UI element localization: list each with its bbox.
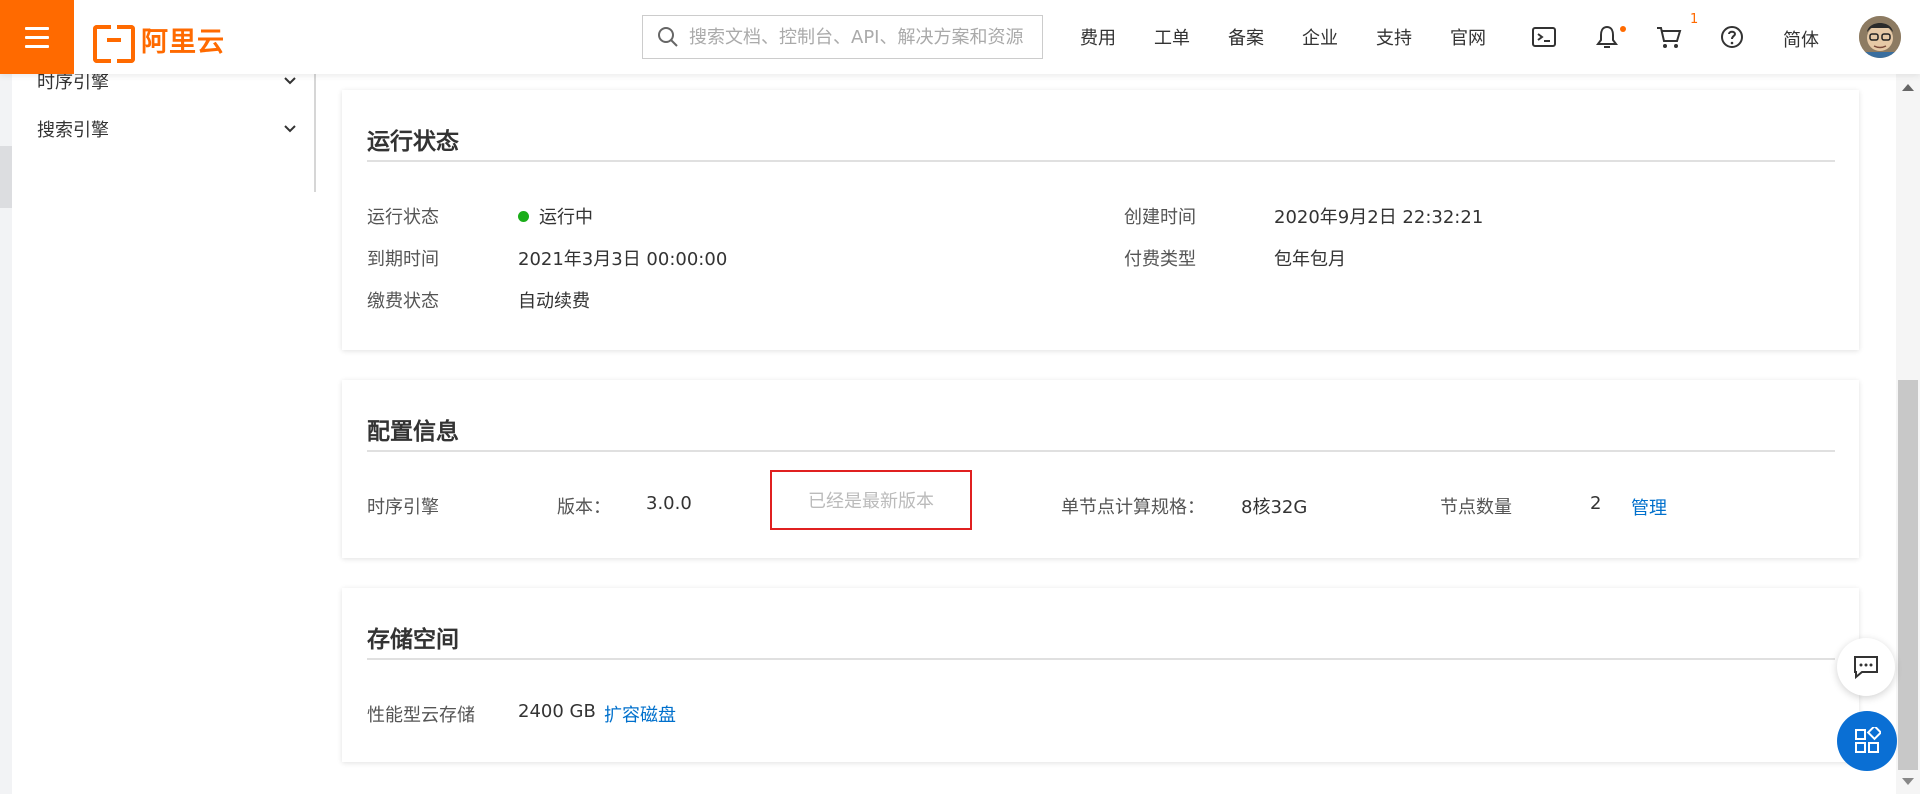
nav-item-icp[interactable]: 备案	[1228, 24, 1264, 50]
aliyun-logo[interactable]: 阿里云	[93, 20, 225, 63]
status-value: 运行中	[518, 203, 593, 229]
cart-count-badge: 1	[1690, 12, 1699, 27]
menu-line	[25, 44, 49, 48]
user-avatar[interactable]	[1859, 16, 1901, 58]
node-spec-label: 单节点计算规格：	[1061, 497, 1205, 518]
top-nav: 费用 工单 备案 企业 支持 官网	[1080, 0, 1524, 74]
expire-time-label: 到期时间	[367, 249, 439, 270]
card-divider	[367, 658, 1835, 660]
menu-line	[25, 35, 49, 39]
sidebar-divider	[314, 74, 316, 192]
storage-size-value: 2400 GB	[518, 701, 596, 722]
create-time-label: 创建时间	[1124, 207, 1196, 228]
nav-item-support[interactable]: 支持	[1376, 24, 1412, 50]
latest-version-notice: 已经是最新版本	[770, 470, 972, 530]
chevron-down-icon	[284, 125, 296, 133]
card-title-storage: 存储空间	[367, 627, 459, 653]
pay-status-label: 缴费状态	[367, 291, 439, 312]
storage-card: 存储空间	[342, 588, 1859, 762]
node-count-value: 2	[1590, 493, 1602, 514]
status-running-dot	[518, 210, 529, 222]
search-icon	[658, 27, 678, 47]
expire-time-value: 2021年3月3日 00:00:00	[518, 249, 728, 270]
manage-link[interactable]: 管理	[1631, 494, 1667, 520]
chat-icon	[1854, 656, 1878, 680]
app-grid-button[interactable]	[1837, 711, 1897, 771]
search-input[interactable]	[689, 26, 1029, 48]
aliyun-logo-mark-icon	[93, 24, 135, 63]
config-card: 配置信息	[342, 380, 1859, 558]
sidebar-item-search-engine[interactable]: 搜索引擎	[37, 116, 297, 142]
status-label: 运行状态	[367, 207, 439, 228]
help-icon[interactable]	[1717, 22, 1747, 52]
chat-support-button[interactable]	[1837, 638, 1895, 696]
global-search[interactable]	[642, 15, 1043, 59]
language-switch[interactable]: 简体	[1783, 26, 1819, 52]
scroll-down-arrow[interactable]	[1902, 778, 1914, 785]
version-value: 3.0.0	[646, 493, 692, 514]
scrollbar-thumb[interactable]	[1898, 380, 1918, 770]
card-divider	[367, 450, 1835, 452]
version-label: 版本：	[557, 497, 611, 518]
sidebar-item-label: 搜索引擎	[37, 120, 109, 141]
nav-item-tickets[interactable]: 工单	[1154, 24, 1190, 50]
cart-icon[interactable]	[1654, 22, 1684, 52]
top-navbar: 阿里云 费用 工单 备案 企业 支持 官网 1 简体	[0, 0, 1920, 74]
card-title-config: 配置信息	[367, 419, 459, 445]
pay-type-label: 付费类型	[1124, 249, 1196, 270]
pay-status-value: 自动续费	[518, 291, 590, 312]
notification-dot	[1620, 26, 1626, 32]
logo-text: 阿里云	[141, 27, 225, 58]
card-divider	[367, 160, 1835, 162]
nav-item-official-site[interactable]: 官网	[1450, 24, 1486, 50]
node-spec-value: 8核32G	[1241, 497, 1308, 518]
scroll-up-arrow[interactable]	[1902, 84, 1914, 91]
engine-name: 时序引擎	[367, 497, 439, 518]
app-grid-icon	[1855, 727, 1881, 753]
chevron-down-icon	[284, 77, 296, 85]
menu-line	[25, 26, 49, 30]
pay-type-value: 包年包月	[1274, 249, 1346, 270]
storage-type-label: 性能型云存储	[367, 705, 475, 726]
card-title-run-status: 运行状态	[367, 129, 459, 155]
node-count-label: 节点数量	[1440, 497, 1512, 518]
left-edge-handle	[0, 146, 12, 208]
bell-icon[interactable]	[1592, 22, 1622, 52]
terminal-icon[interactable]	[1529, 22, 1559, 52]
hamburger-menu-button[interactable]	[0, 0, 74, 74]
expand-disk-link[interactable]: 扩容磁盘	[604, 701, 676, 727]
create-time-value: 2020年9月2日 22:32:21	[1274, 207, 1484, 228]
nav-item-enterprise[interactable]: 企业	[1302, 24, 1338, 50]
status-value-text: 运行中	[539, 207, 593, 228]
nav-item-billing[interactable]: 费用	[1080, 24, 1116, 50]
sidebar	[12, 74, 316, 794]
